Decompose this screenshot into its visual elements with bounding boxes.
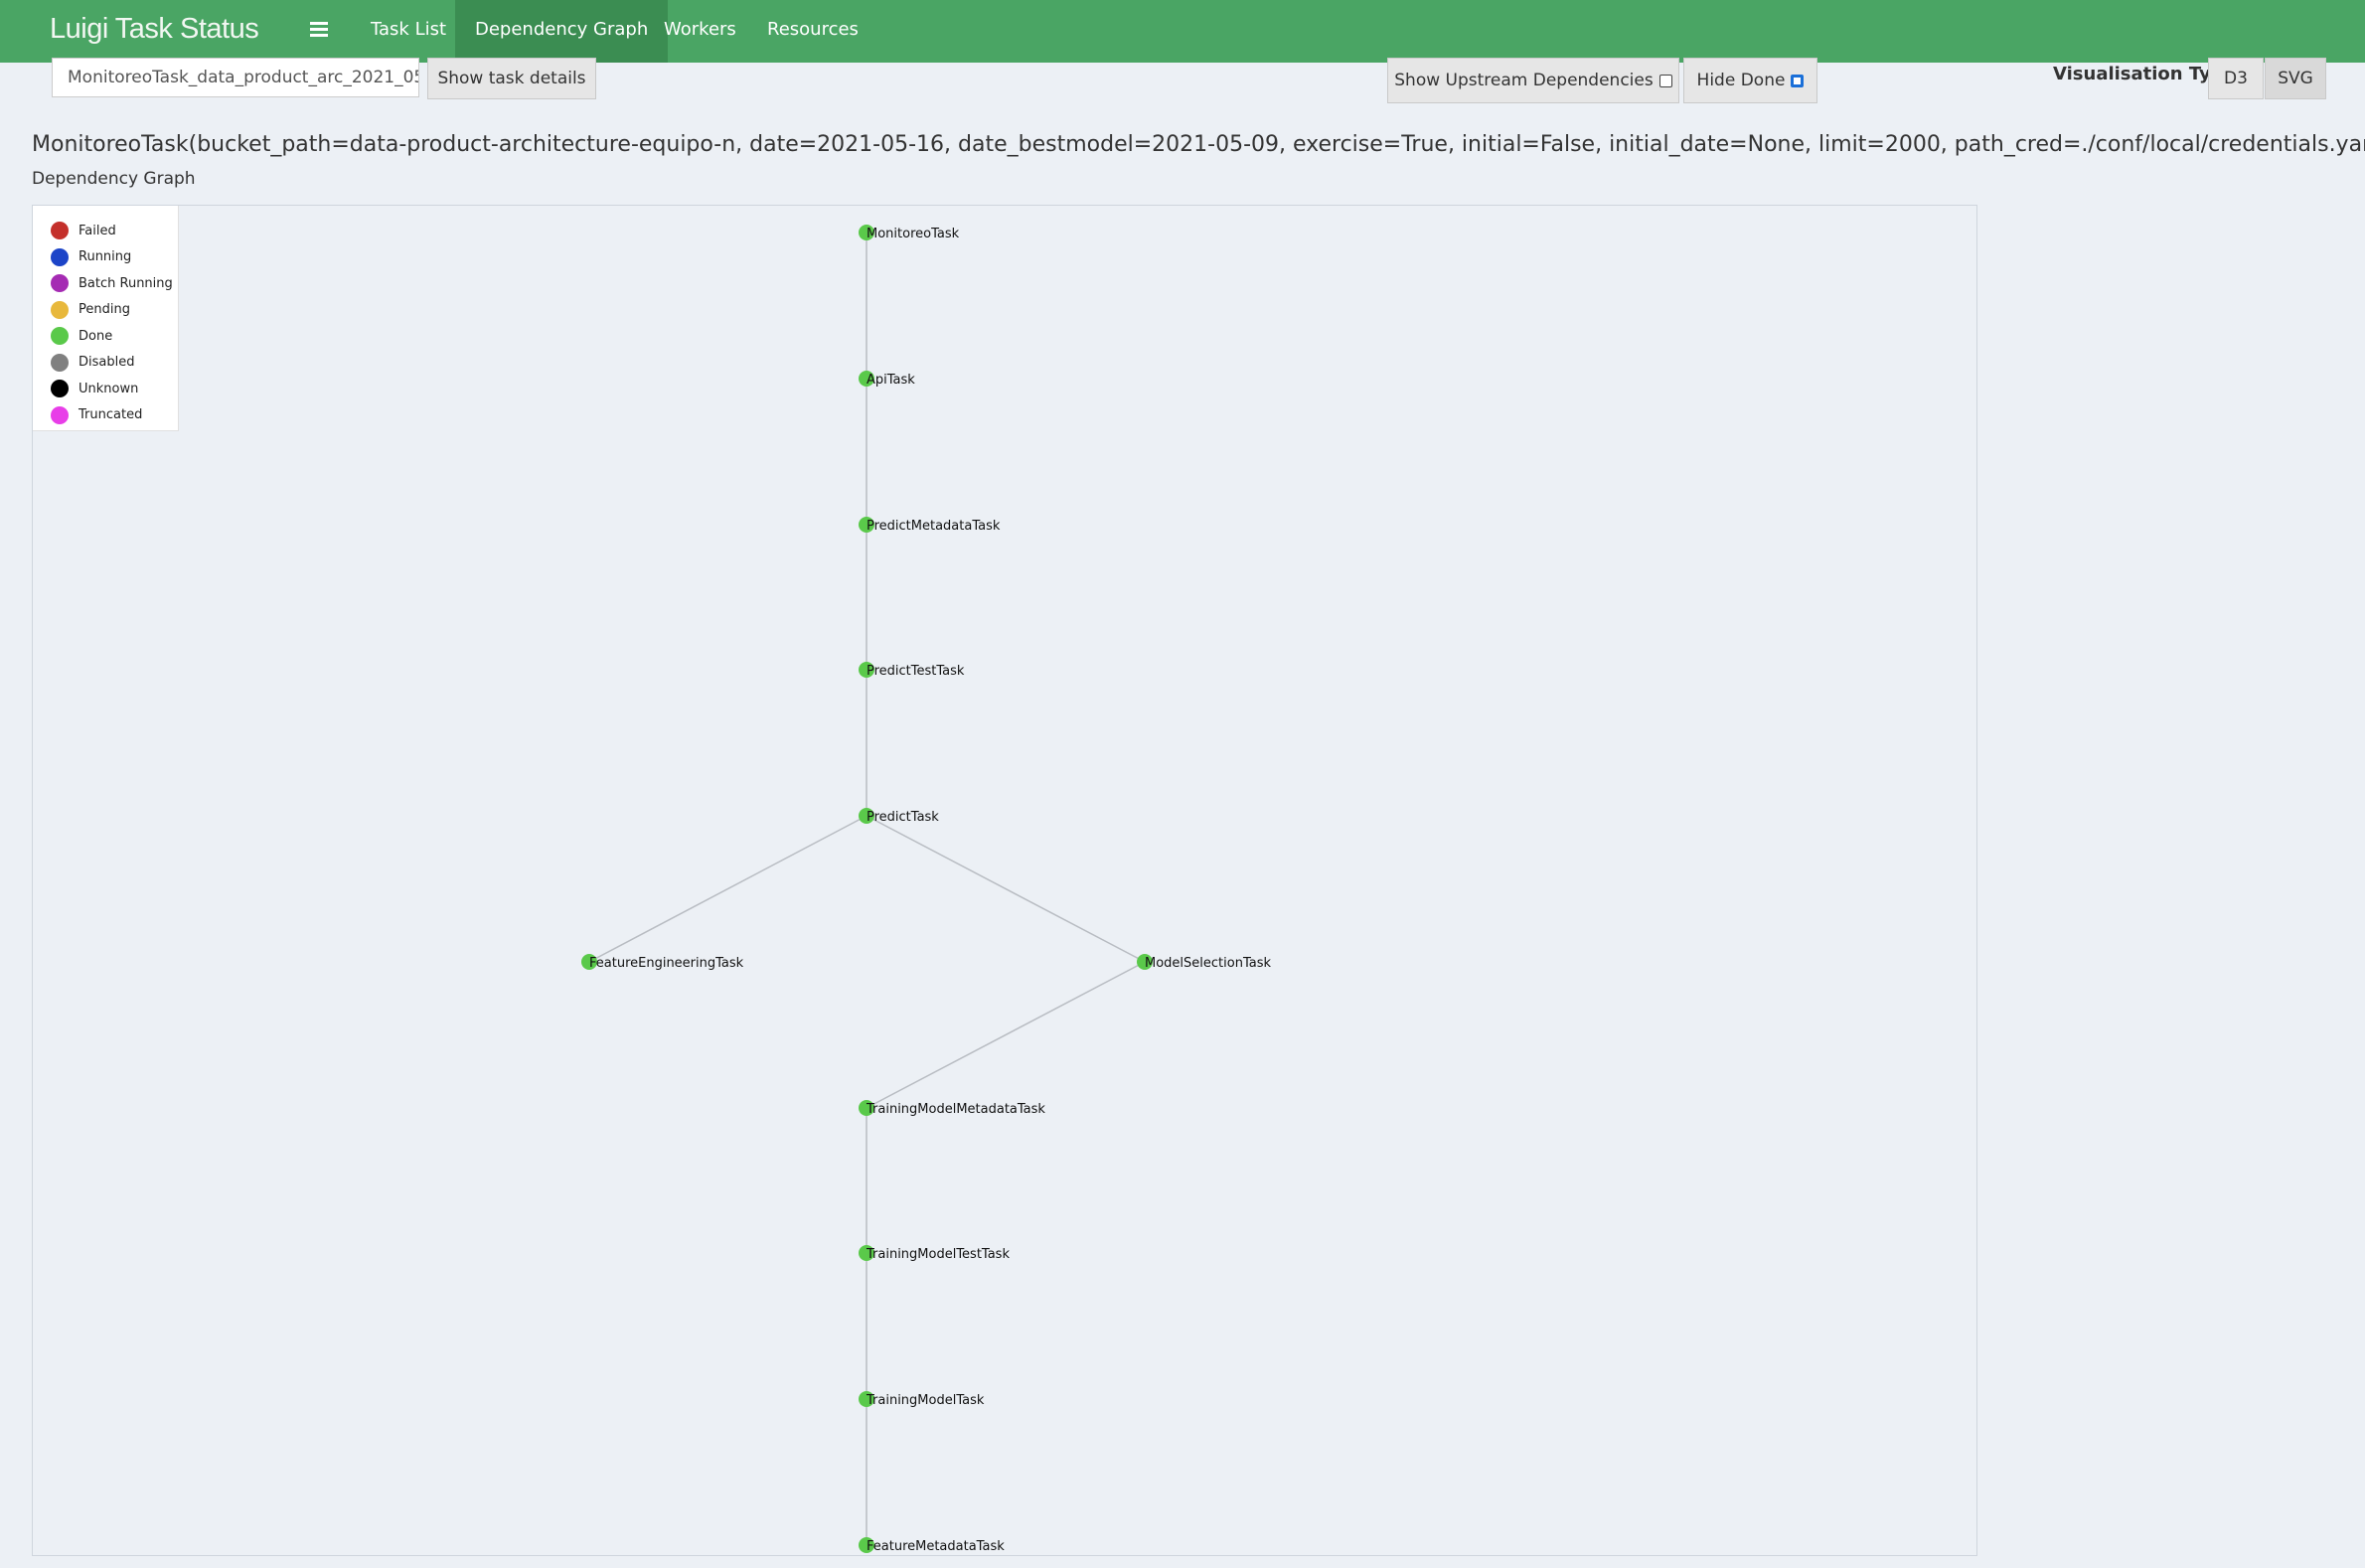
legend-dot-icon: [51, 353, 69, 372]
graph-node[interactable]: TrainingModelTask: [859, 1391, 985, 1408]
graph-node[interactable]: FeatureMetadataTask: [859, 1537, 1005, 1554]
node-label[interactable]: ModelSelectionTask: [1145, 956, 1271, 971]
graph-node[interactable]: PredictMetadataTask: [859, 517, 1001, 534]
graph-edge: [866, 815, 1146, 963]
node-label[interactable]: TrainingModelMetadataTask: [866, 1102, 1045, 1117]
status-legend: Failed Running Batch Running Pending Done Dis…: [33, 206, 179, 431]
graph-node[interactable]: MonitoreoTask: [859, 225, 960, 241]
legend-item-truncated: Truncated: [51, 405, 142, 425]
legend-label: Unknown: [79, 381, 139, 396]
legend-label: Truncated: [79, 407, 143, 422]
legend-dot-icon: [51, 405, 69, 424]
dependency-graph-svg: MonitoreoTask ApiTask PredictMetadataTask P…: [581, 225, 1271, 1554]
node-label[interactable]: PredictMetadataTask: [867, 519, 1001, 534]
graph-node[interactable]: FeatureEngineeringTask: [581, 954, 744, 971]
legend-label: Disabled: [79, 355, 135, 370]
legend-label: Batch Running: [79, 275, 173, 291]
graph-node[interactable]: PredictTask: [859, 808, 939, 825]
legend-item-batch-running: Batch Running: [51, 273, 173, 293]
legend-item-failed: Failed: [51, 221, 116, 240]
legend-dot-icon: [51, 380, 69, 397]
node-label[interactable]: FeatureEngineeringTask: [589, 956, 744, 971]
legend-dot-icon: [51, 327, 69, 345]
node-label[interactable]: ApiTask: [867, 373, 915, 388]
legend-label: Running: [79, 249, 132, 264]
legend-label: Done: [79, 328, 113, 344]
legend-item-disabled: Disabled: [51, 353, 134, 373]
legend-dot-icon: [51, 300, 69, 319]
graph-node[interactable]: PredictTestTask: [859, 662, 965, 679]
legend-item-pending: Pending: [51, 300, 130, 320]
legend-item-unknown: Unknown: [51, 379, 138, 398]
graph-edge: [588, 815, 867, 963]
legend-label: Failed: [79, 223, 116, 238]
legend-dot-icon: [51, 274, 69, 292]
legend-dot-icon: [51, 247, 69, 266]
node-label[interactable]: PredictTestTask: [867, 664, 965, 679]
legend-dot-icon: [51, 222, 69, 239]
node-label[interactable]: TrainingModelTestTask: [866, 1247, 1010, 1262]
node-label[interactable]: TrainingModelTask: [866, 1393, 985, 1408]
graph-node[interactable]: TrainingModelMetadataTask: [859, 1100, 1045, 1117]
graph-node[interactable]: TrainingModelTestTask: [859, 1245, 1010, 1262]
legend-item-running: Running: [51, 247, 131, 267]
graph-node[interactable]: ModelSelectionTask: [1137, 954, 1271, 971]
node-label[interactable]: FeatureMetadataTask: [867, 1539, 1005, 1554]
graph-edge: [866, 961, 1146, 1109]
graph-node[interactable]: ApiTask: [859, 371, 915, 388]
node-label[interactable]: PredictTask: [867, 810, 939, 825]
legend-item-done: Done: [51, 326, 112, 346]
legend-label: Pending: [79, 302, 130, 317]
node-label[interactable]: MonitoreoTask: [867, 227, 960, 241]
